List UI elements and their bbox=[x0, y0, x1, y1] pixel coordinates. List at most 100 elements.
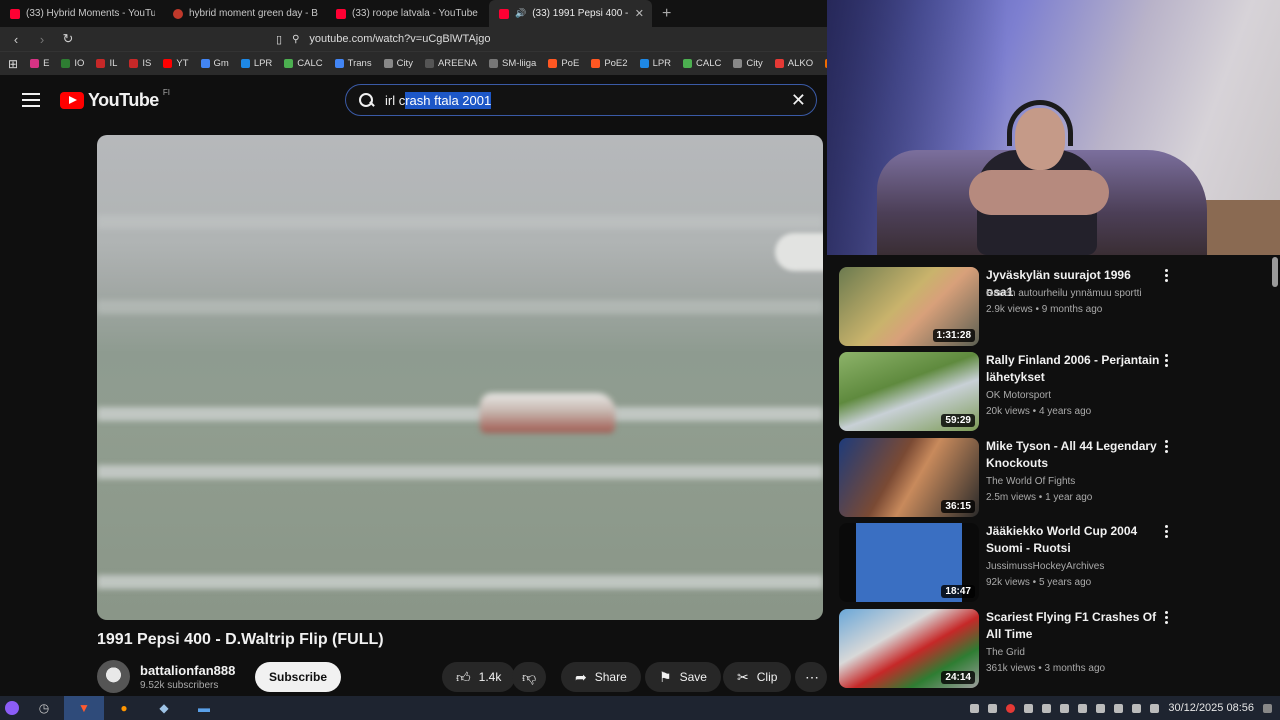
video-player[interactable] bbox=[97, 135, 823, 620]
firefox-taskbar-button[interactable]: ● bbox=[104, 696, 144, 720]
bookmark-item[interactable]: AREENA bbox=[424, 58, 477, 69]
bookmark-item[interactable]: SM-liiga bbox=[489, 58, 536, 69]
bookmark-item[interactable]: ALKO bbox=[774, 58, 813, 69]
recommendation-title[interactable]: Rally Finland 2006 - Perjantain lähetyks… bbox=[986, 352, 1161, 386]
tab-roope-latvala[interactable]: (33) roope latvala - YouTube bbox=[326, 0, 489, 27]
close-tab-icon[interactable]: ✕ bbox=[635, 7, 644, 20]
youtube-play-icon bbox=[60, 92, 84, 109]
network-icon[interactable] bbox=[1132, 703, 1142, 713]
more-horizontal-icon: ⋯ bbox=[805, 668, 819, 685]
like-button[interactable]: 👍︎ 1.4k bbox=[442, 662, 516, 692]
steam-tray-icon[interactable] bbox=[1024, 703, 1034, 713]
recommendation-item[interactable]: 59:29 Rally Finland 2006 - Perjantain lä… bbox=[839, 352, 1269, 432]
menu-icon[interactable] bbox=[22, 93, 40, 111]
channel-name[interactable]: battalionfan888 bbox=[140, 663, 235, 678]
recommendation-item[interactable]: 24:14 Scariest Flying F1 Crashes Of All … bbox=[839, 609, 1269, 689]
save-label: Save bbox=[679, 670, 707, 684]
app-launcher-button[interactable]: ◷ bbox=[24, 696, 64, 720]
volume-icon[interactable] bbox=[1114, 703, 1124, 713]
recommendation-channel[interactable]: The World Of Fights bbox=[986, 476, 1075, 487]
sidebar-scrollbar[interactable] bbox=[1272, 257, 1278, 287]
bookmark-item[interactable]: IS bbox=[129, 58, 151, 69]
more-actions-button[interactable]: ⋯ bbox=[795, 662, 827, 692]
recommendation-item[interactable]: 18:47 Jääkiekko World Cup 2004 Suomi - R… bbox=[839, 523, 1269, 603]
search-query[interactable]: irl crash ftala 2001 bbox=[385, 91, 492, 109]
site-settings-icon[interactable]: ⚲ bbox=[292, 34, 299, 45]
bookmark-item[interactable]: IO bbox=[61, 58, 84, 69]
recommendation-channel[interactable]: The Grid bbox=[986, 647, 1025, 658]
tab-pepsi-400[interactable]: 🔊 (33) 1991 Pepsi 400 - D.W ✕ bbox=[489, 0, 652, 27]
tab-hybrid-moments[interactable]: (33) Hybrid Moments - YouTube bbox=[0, 0, 163, 27]
video-thumbnail[interactable]: 1:31:28 bbox=[839, 267, 979, 346]
bookmark-item[interactable]: City bbox=[383, 58, 413, 69]
bookmark-item[interactable]: LPR bbox=[639, 58, 671, 69]
share-button[interactable]: ➦ Share bbox=[561, 662, 641, 692]
reload-icon[interactable]: ↻ bbox=[60, 31, 76, 47]
clock-datetime[interactable]: 30/12/2025 08:56 bbox=[1168, 702, 1254, 714]
bookmark-item[interactable]: PoE bbox=[548, 58, 579, 69]
search-input[interactable]: irl crash ftala 2001 ✕ bbox=[345, 84, 817, 116]
notification-bell-icon[interactable] bbox=[970, 703, 980, 713]
dislike-button[interactable]: 👎︎ bbox=[512, 662, 547, 692]
steam-taskbar-button[interactable]: ◆ bbox=[144, 696, 184, 720]
speaker-icon[interactable]: 🔊 bbox=[515, 8, 526, 19]
bookmark-item[interactable]: YT bbox=[163, 58, 189, 69]
bookmark-item[interactable]: E bbox=[30, 58, 49, 69]
new-tab-button[interactable]: + bbox=[652, 5, 671, 23]
tab-brave-search[interactable]: hybrid moment green day - Bra bbox=[163, 0, 326, 27]
screen: (33) Hybrid Moments - YouTube hybrid mom… bbox=[0, 0, 1280, 720]
recommendation-channel[interactable]: OK Motorsport bbox=[986, 390, 1051, 401]
video-thumbnail[interactable]: 59:29 bbox=[839, 352, 979, 431]
media-play-icon[interactable] bbox=[1060, 703, 1070, 713]
more-options-icon[interactable] bbox=[1165, 269, 1169, 284]
clip-button[interactable]: ✂ Clip bbox=[723, 662, 792, 692]
recommendation-channel[interactable]: Ranen autourheilu ynnämuu sportti bbox=[986, 288, 1142, 299]
bookmark-item[interactable]: PoE2 bbox=[591, 58, 628, 69]
recommendation-title[interactable]: Scariest Flying F1 Crashes Of All Time bbox=[986, 609, 1161, 643]
show-desktop-icon[interactable] bbox=[1263, 703, 1272, 713]
bookmark-item[interactable]: Trans bbox=[334, 58, 372, 69]
file-manager-button[interactable]: ▬ bbox=[184, 696, 224, 720]
clear-search-icon[interactable]: ✕ bbox=[791, 90, 806, 111]
url-text[interactable]: youtube.com/watch?v=uCgBlWTAjgo bbox=[309, 33, 490, 45]
recommendation-title[interactable]: Jääkiekko World Cup 2004 Suomi - Ruotsi bbox=[986, 523, 1161, 557]
more-options-icon[interactable] bbox=[1165, 611, 1169, 626]
channel-avatar[interactable] bbox=[97, 660, 130, 693]
video-thumbnail[interactable]: 18:47 bbox=[839, 523, 979, 602]
brave-icon: ▼ bbox=[78, 701, 90, 715]
bookmark-item[interactable]: City bbox=[733, 58, 763, 69]
headset-icon bbox=[1007, 100, 1073, 146]
more-options-icon[interactable] bbox=[1165, 525, 1169, 540]
bookmark-item[interactable]: CALC bbox=[683, 58, 721, 69]
more-options-icon[interactable] bbox=[1165, 440, 1169, 455]
video-thumbnail[interactable]: 24:14 bbox=[839, 609, 979, 688]
camera-icon[interactable] bbox=[1078, 703, 1088, 713]
forward-icon[interactable]: › bbox=[34, 32, 50, 47]
save-button[interactable]: ⚑ Save bbox=[645, 662, 721, 692]
start-menu-button[interactable] bbox=[0, 696, 24, 720]
clipboard-icon[interactable] bbox=[1096, 703, 1106, 713]
bookmark-icon[interactable]: ▯ bbox=[276, 33, 282, 46]
channel-info[interactable]: battalionfan888 9.52k subscribers bbox=[97, 660, 235, 693]
address-bar[interactable]: ▯ ⚲ youtube.com/watch?v=uCgBlWTAjgo bbox=[276, 33, 490, 46]
bookmark-item[interactable]: Gm bbox=[200, 58, 229, 69]
bookmark-label: PoE bbox=[561, 58, 580, 69]
recommendation-item[interactable]: 36:15 Mike Tyson - All 44 Legendary Knoc… bbox=[839, 438, 1269, 518]
bookmark-item[interactable]: IL bbox=[96, 58, 117, 69]
video-thumbnail[interactable]: 36:15 bbox=[839, 438, 979, 517]
subscribe-button[interactable]: Subscribe bbox=[255, 662, 342, 692]
recommendation-channel[interactable]: JussimussHockeyArchives bbox=[986, 561, 1104, 572]
help-icon[interactable] bbox=[1042, 703, 1052, 713]
back-icon[interactable]: ‹ bbox=[8, 32, 24, 47]
bookmark-item[interactable]: LPR bbox=[240, 58, 272, 69]
more-options-icon[interactable] bbox=[1165, 354, 1169, 369]
lock-icon[interactable] bbox=[1150, 703, 1160, 713]
youtube-logo[interactable]: YouTube FI bbox=[60, 88, 170, 111]
record-indicator-icon[interactable] bbox=[1006, 703, 1016, 713]
brave-taskbar-button[interactable]: ▼ bbox=[64, 696, 104, 720]
recommendation-title[interactable]: Mike Tyson - All 44 Legendary Knockouts bbox=[986, 438, 1161, 472]
bookmark-item[interactable]: CALC bbox=[284, 58, 323, 69]
apps-grid-icon[interactable]: ⊞ bbox=[8, 57, 18, 71]
recommendation-item[interactable]: 1:31:28 Jyväskylän suurajot 1996 osa1 Ra… bbox=[839, 267, 1269, 347]
recording-icon[interactable] bbox=[988, 703, 998, 713]
